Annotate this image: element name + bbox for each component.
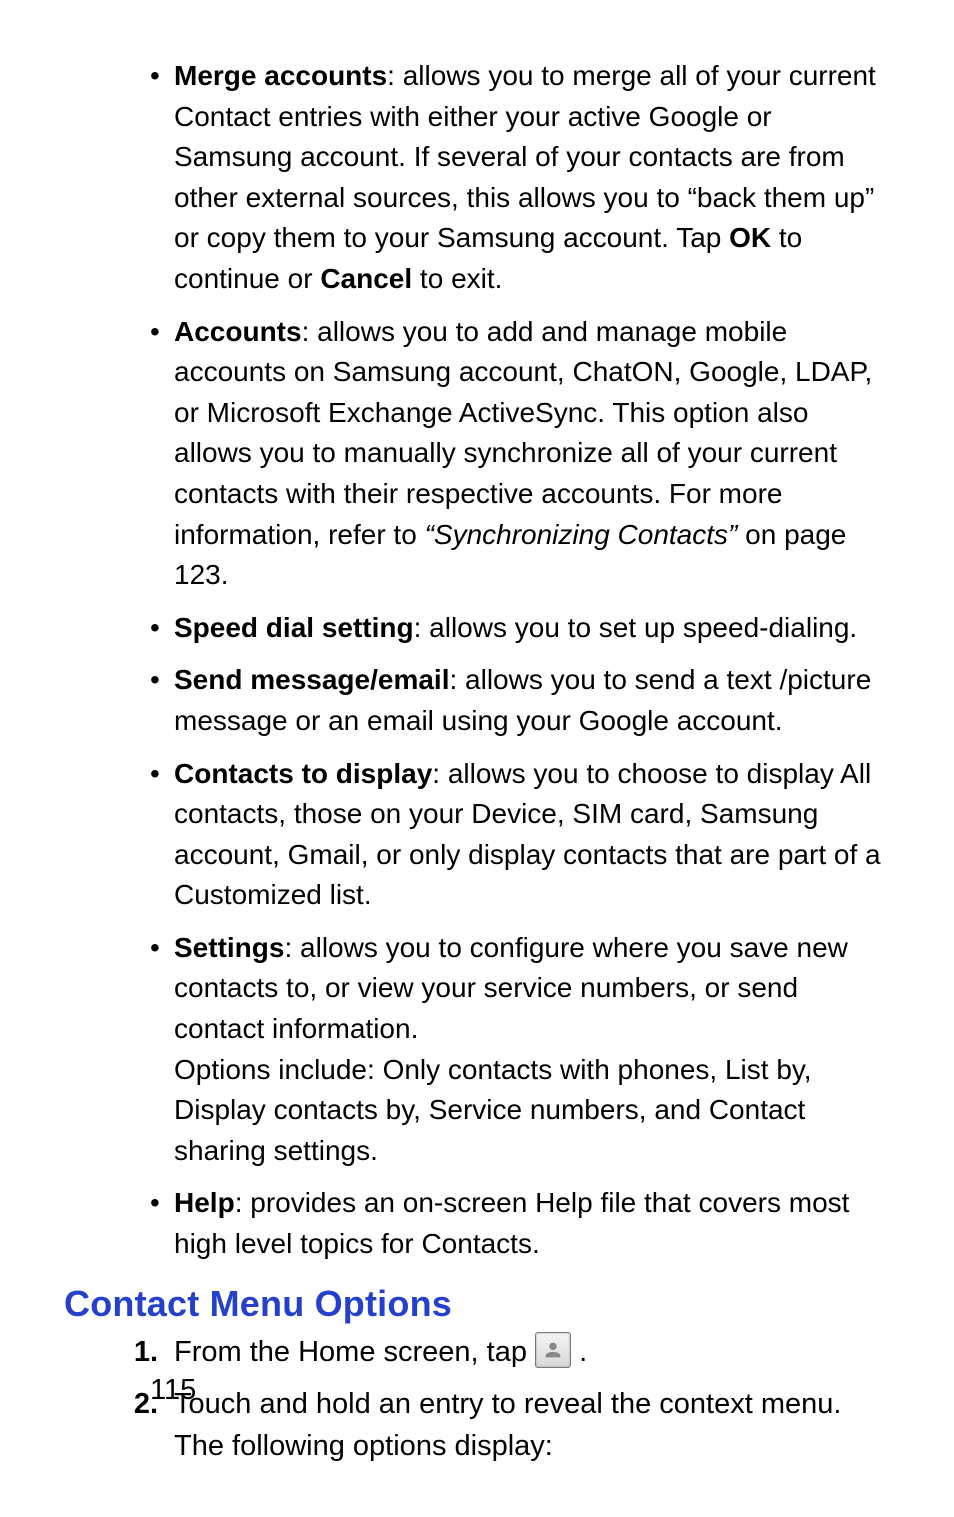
bullet-term: Help <box>174 1187 235 1218</box>
bullet-term: Contacts to display <box>174 758 432 789</box>
step-text: . <box>579 1336 587 1368</box>
bold-cancel: Cancel <box>320 263 412 294</box>
step-text: From the Home screen, tap <box>174 1336 535 1368</box>
bullet-text: : provides an on-screen Help file that c… <box>174 1187 849 1259</box>
bullet-help: Help: provides an on-screen Help file th… <box>174 1183 890 1264</box>
step-text: Touch and hold an entry to reveal the co… <box>174 1388 841 1462</box>
bullet-send-message: Send message/email: allows you to send a… <box>174 660 890 741</box>
person-silhouette-icon <box>542 1339 564 1361</box>
bullet-contacts-display: Contacts to display: allows you to choos… <box>174 754 890 916</box>
bullet-term: Speed dial setting <box>174 612 414 643</box>
cross-reference: “Synchronizing Contacts” <box>425 519 738 550</box>
bullet-text: : allows you to set up speed-dialing. <box>414 612 858 643</box>
manual-page: Merge accounts: allows you to merge all … <box>0 0 954 1517</box>
bullet-text: to exit. <box>412 263 502 294</box>
bullet-text: : allows you to add and manage mobile ac… <box>174 316 872 550</box>
page-number: 115 <box>150 1374 196 1407</box>
bullet-term: Settings <box>174 932 284 963</box>
bullet-term: Send message/email <box>174 664 449 695</box>
section-heading-contact-menu-options: Contact Menu Options <box>64 1283 890 1325</box>
contacts-app-icon <box>535 1332 571 1368</box>
bullet-term: Accounts <box>174 316 302 347</box>
options-bullet-list: Merge accounts: allows you to merge all … <box>64 56 890 1265</box>
bullet-settings: Settings: allows you to configure where … <box>174 928 890 1172</box>
bullet-accounts: Accounts: allows you to add and manage m… <box>174 312 890 596</box>
step-number: 1. <box>118 1331 158 1373</box>
bullet-merge-accounts: Merge accounts: allows you to merge all … <box>174 56 890 300</box>
bold-ok: OK <box>729 222 771 253</box>
bullet-speed-dial: Speed dial setting: allows you to set up… <box>174 608 890 649</box>
step-2: 2. Touch and hold an entry to reveal the… <box>174 1383 890 1467</box>
bullet-text-line2: Options include: Only contacts with phon… <box>174 1054 812 1166</box>
bullet-term: Merge accounts <box>174 60 387 91</box>
step-1: 1. From the Home screen, tap . <box>174 1331 890 1373</box>
